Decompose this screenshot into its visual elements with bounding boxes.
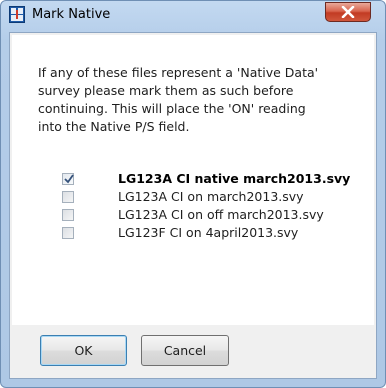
file-label: LG123A CI on off march2013.svy (118, 207, 324, 222)
file-label: LG123A CI on march2013.svy (118, 189, 304, 204)
ok-button[interactable]: OK (40, 335, 127, 366)
checkmark-icon (64, 174, 74, 184)
app-icon (9, 6, 25, 23)
content-panel: If any of these files represent a 'Nativ… (12, 35, 374, 325)
cancel-button[interactable]: Cancel (141, 335, 229, 366)
file-label: LG123A CI native march2013.svy (118, 171, 351, 186)
window-title: Mark Native (32, 7, 111, 22)
file-checkbox[interactable] (62, 209, 74, 221)
instruction-message: If any of these files represent a 'Nativ… (38, 65, 319, 134)
close-icon (341, 6, 355, 18)
title-bar[interactable]: Mark Native (1, 1, 385, 31)
file-checkbox[interactable] (62, 173, 74, 185)
dialog-window: Mark Native If any of these files repres… (0, 0, 386, 388)
file-label: LG123F CI on 4april2013.svy (118, 225, 299, 240)
file-checkbox[interactable] (62, 227, 74, 239)
file-checkbox[interactable] (62, 191, 74, 203)
close-button[interactable] (325, 2, 371, 22)
dialog-client-area: If any of these files represent a 'Nativ… (9, 32, 377, 379)
